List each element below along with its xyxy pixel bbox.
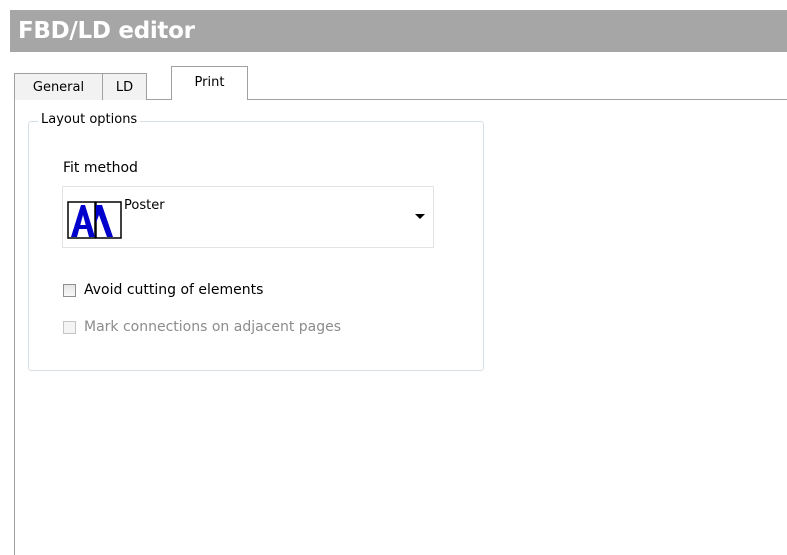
layout-options-title: Layout options: [38, 112, 141, 127]
dropdown-arrow-icon[interactable]: [415, 214, 425, 219]
tab-ld-label: LD: [115, 79, 134, 95]
window-title: FBD/LD editor: [18, 18, 195, 44]
tab-general-label: General: [32, 79, 85, 95]
avoid-cutting-checkbox[interactable]: [63, 283, 76, 297]
mark-connections-option: Mark connections on adjacent pages: [63, 319, 341, 335]
tab-print-label: Print: [194, 75, 225, 90]
fit-method-selected-value: Poster: [124, 198, 165, 213]
avoid-cutting-option[interactable]: Avoid cutting of elements: [63, 282, 263, 298]
tab-ld[interactable]: LD: [102, 73, 147, 100]
title-bar: FBD/LD editor: [10, 10, 787, 52]
fbd-ld-editor-window: FBD/LD editor General LD Print Layout op…: [0, 0, 787, 555]
tab-general[interactable]: General: [14, 73, 103, 100]
fit-method-label: Fit method: [63, 160, 138, 176]
mark-connections-label: Mark connections on adjacent pages: [84, 319, 342, 335]
mark-connections-checkbox: [63, 320, 76, 334]
poster-icon: [67, 201, 122, 239]
avoid-cutting-label: Avoid cutting of elements: [84, 282, 264, 298]
tab-print[interactable]: Print: [171, 66, 248, 100]
fit-method-dropdown[interactable]: Poster: [62, 186, 434, 248]
